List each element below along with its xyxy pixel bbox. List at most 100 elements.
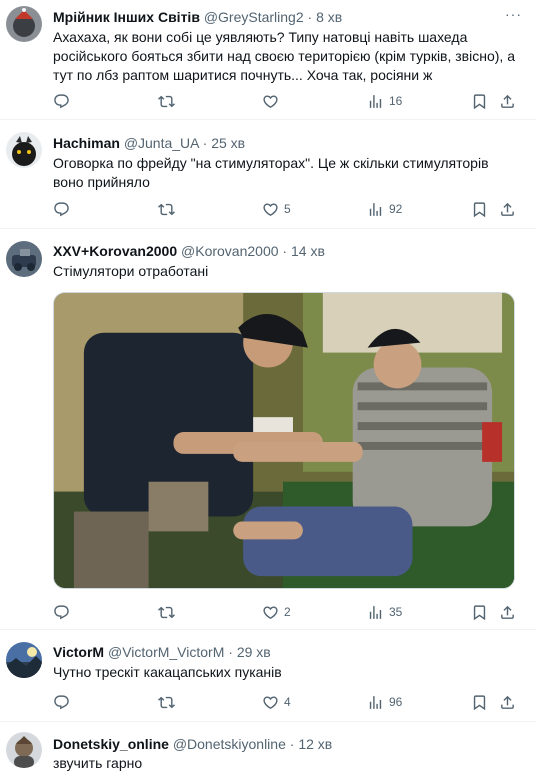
heart-icon: [262, 604, 279, 621]
more-options-icon[interactable]: ···: [505, 7, 522, 21]
user-handle[interactable]: @Korovan2000: [181, 243, 279, 259]
tweet[interactable]: Hachiman @Junta_UA · 25 хв Оговорка по ф…: [0, 121, 536, 229]
separator-dot: ·: [289, 736, 295, 752]
bookmark-icon: [471, 694, 488, 711]
share-button[interactable]: [499, 692, 516, 712]
retweet-button[interactable]: [158, 91, 180, 111]
tweet-header: VictorM @VictorM_VictorM · 29 хв: [53, 643, 506, 661]
view-count: 16: [389, 94, 403, 108]
like-button[interactable]: 4: [262, 692, 291, 712]
like-count: 2: [284, 605, 291, 619]
reply-button[interactable]: [53, 199, 75, 219]
tweet[interactable]: VictorM @VictorM_VictorM · 29 хв Чутно т…: [0, 631, 536, 722]
views-button[interactable]: 35: [367, 602, 402, 622]
reply-icon: [53, 201, 70, 218]
bookmark-button[interactable]: [471, 199, 488, 219]
timestamp[interactable]: 29 хв: [237, 644, 271, 660]
views-icon: [367, 201, 384, 218]
reply-button[interactable]: [53, 692, 75, 712]
share-icon: [499, 201, 516, 218]
tweet-actions: 2 35: [53, 602, 523, 622]
share-button[interactable]: [499, 602, 516, 622]
tweet-text: Ахахаха, як вони собі це уявляють? Типу …: [53, 29, 515, 83]
bookmark-button[interactable]: [471, 91, 488, 111]
reply-button[interactable]: [53, 602, 75, 622]
display-name[interactable]: Hachiman: [53, 135, 120, 151]
timestamp[interactable]: 25 хв: [211, 135, 245, 151]
like-count: 4: [284, 695, 291, 709]
bookmark-icon: [471, 201, 488, 218]
display-name[interactable]: Мрійник Інших Світів: [53, 9, 200, 25]
like-button[interactable]: 5: [262, 199, 291, 219]
user-handle[interactable]: @Donetskiyonline: [173, 736, 286, 752]
retweet-icon: [158, 604, 175, 621]
tweet-actions: 16: [53, 91, 523, 111]
tweet-header: Мрійник Інших Світів @GreyStarling2 · 8 …: [53, 8, 506, 26]
separator-dot: ·: [228, 644, 233, 660]
heart-icon: [262, 93, 279, 110]
separator-dot: ·: [282, 243, 288, 259]
tweet-text: Чутно трескіт какацапських пуканів: [53, 664, 282, 680]
retweet-button[interactable]: [158, 692, 180, 712]
avatar[interactable]: [6, 241, 42, 277]
retweet-icon: [158, 201, 175, 218]
like-button[interactable]: 2: [262, 602, 291, 622]
like-count: 5: [284, 202, 291, 216]
avatar[interactable]: [6, 732, 42, 768]
reply-icon: [53, 694, 70, 711]
view-count: 96: [389, 695, 403, 709]
view-count: 35: [389, 605, 403, 619]
view-count: 92: [389, 202, 403, 216]
reply-icon: [53, 604, 70, 621]
display-name[interactable]: XXV+Korovan2000: [53, 243, 177, 259]
retweet-button[interactable]: [158, 602, 180, 622]
bookmark-icon: [471, 93, 488, 110]
share-button[interactable]: [499, 91, 516, 111]
timestamp[interactable]: 8 хв: [316, 9, 342, 25]
tweet[interactable]: Donetskiy_online @Donetskiyonline · 12 х…: [0, 723, 536, 777]
retweet-button[interactable]: [158, 199, 180, 219]
user-handle[interactable]: @GreyStarling2: [204, 9, 304, 25]
views-button[interactable]: 96: [367, 692, 402, 712]
retweet-icon: [158, 93, 175, 110]
reply-button[interactable]: [53, 91, 75, 111]
tweet-photo[interactable]: [53, 292, 515, 589]
share-button[interactable]: [499, 199, 516, 219]
avatar[interactable]: [6, 642, 42, 678]
tweet[interactable]: Мрійник Інших Світів @GreyStarling2 · 8 …: [0, 0, 536, 120]
views-icon: [367, 694, 384, 711]
tweet-text: звучить гарно: [53, 755, 143, 771]
avatar[interactable]: [6, 132, 42, 168]
tweet-actions: 4 96: [53, 692, 523, 712]
bookmark-button[interactable]: [471, 692, 488, 712]
views-button[interactable]: 92: [367, 199, 402, 219]
tweet-header: Hachiman @Junta_UA · 25 хв: [53, 134, 506, 152]
views-icon: [367, 604, 384, 621]
user-handle[interactable]: @VictorM_VictorM: [108, 644, 224, 660]
user-handle[interactable]: @Junta_UA: [124, 135, 199, 151]
tweet-header: Donetskiy_online @Donetskiyonline · 12 х…: [53, 735, 506, 753]
bookmark-button[interactable]: [471, 602, 488, 622]
tweet-header: XXV+Korovan2000 @Korovan2000 · 14 хв: [53, 242, 506, 260]
heart-icon: [262, 694, 279, 711]
heart-icon: [262, 201, 279, 218]
display-name[interactable]: Donetskiy_online: [53, 736, 169, 752]
avatar[interactable]: [6, 6, 42, 42]
tweet[interactable]: XXV+Korovan2000 @Korovan2000 · 14 хв Сті…: [0, 230, 536, 630]
tweet-text: Стімулятори отработані: [53, 263, 209, 279]
share-icon: [499, 93, 516, 110]
share-icon: [499, 604, 516, 621]
like-button[interactable]: [262, 91, 284, 111]
views-icon: [367, 93, 384, 110]
timestamp[interactable]: 14 хв: [291, 243, 325, 259]
display-name[interactable]: VictorM: [53, 644, 104, 660]
bookmark-icon: [471, 604, 488, 621]
timestamp[interactable]: 12 хв: [298, 736, 332, 752]
separator-dot: ·: [307, 9, 313, 25]
views-button[interactable]: 16: [367, 91, 402, 111]
reply-icon: [53, 93, 70, 110]
retweet-icon: [158, 694, 175, 711]
tweet-actions: 5 92: [53, 199, 523, 219]
share-icon: [499, 694, 516, 711]
separator-dot: ·: [202, 135, 208, 151]
